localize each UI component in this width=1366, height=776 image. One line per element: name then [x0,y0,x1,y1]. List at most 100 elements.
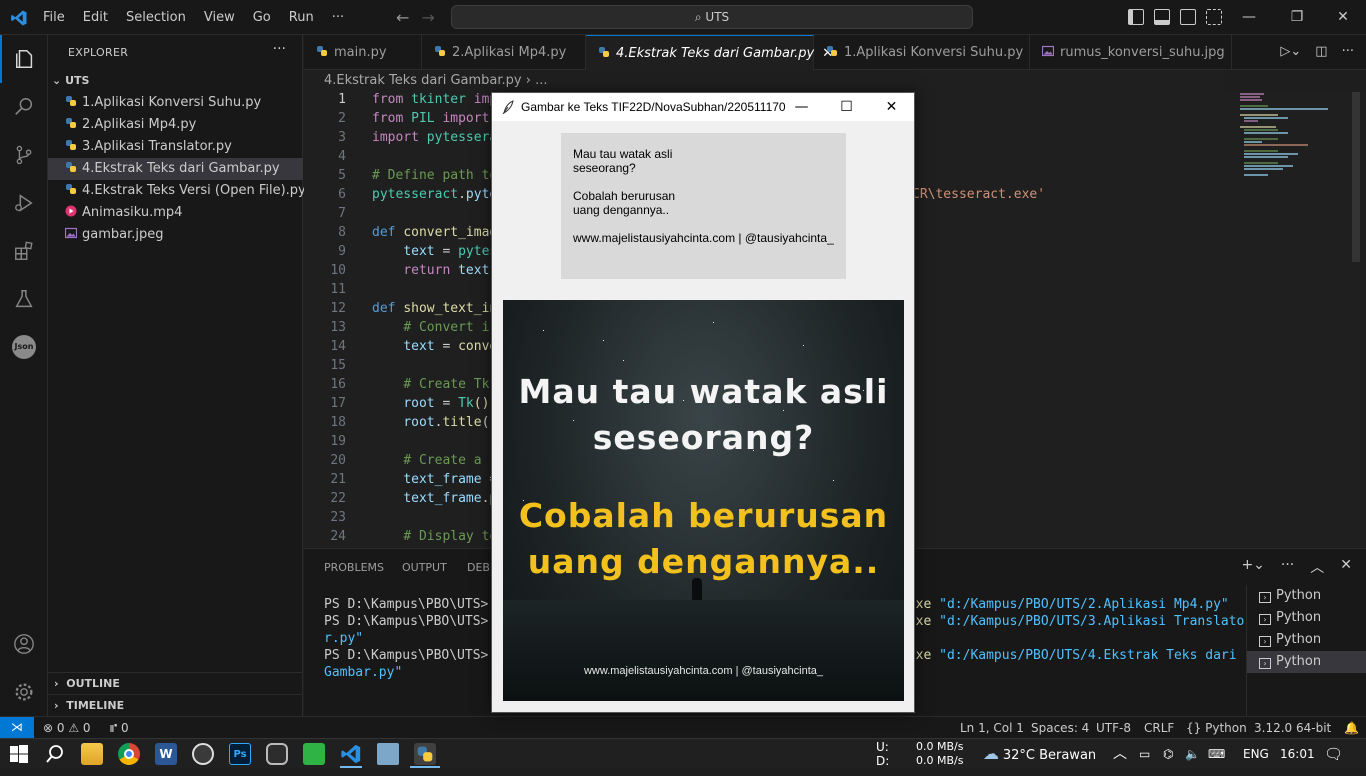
problems-status[interactable]: ⊗ 0 ⚠ 0 [43,717,91,739]
tab-aplikasi-mp4[interactable]: 2.Aplikasi Mp4.py [422,35,586,70]
more-actions-icon[interactable]: ··· [1342,44,1354,59]
python-app-icon[interactable] [414,743,436,765]
tray-chevron-icon[interactable]: ︿ [1113,739,1127,769]
file-item[interactable]: 2.Aplikasi Mp4.py [48,114,303,136]
menu-edit[interactable]: Edit [83,10,108,25]
file-explorer-icon[interactable] [81,743,103,765]
tab-output[interactable]: OUTPUT [402,561,447,574]
manage-activity[interactable] [0,668,48,716]
menu-file[interactable]: File [43,10,65,25]
json-activity[interactable]: Json [0,323,48,371]
tab-label: 1.Aplikasi Konversi Suhu.py [844,45,1024,60]
menu-selection[interactable]: Selection [126,10,186,25]
explorer-activity[interactable] [0,35,48,83]
restore-button[interactable]: ❐ [1274,0,1320,35]
menu-view[interactable]: View [204,10,235,25]
clock[interactable]: 16:01 [1280,739,1315,769]
more-actions-icon[interactable]: ··· [273,41,286,57]
menu-go[interactable]: Go [253,10,271,25]
file-name: gambar.jpeg [82,227,164,242]
breadcrumb[interactable]: 4.Ekstrak Teks dari Gambar.py › ... [304,70,1224,92]
file-item[interactable]: Animasiku.mp4 [48,202,303,224]
run-debug-icon [15,194,33,212]
minimap[interactable] [1238,92,1348,182]
remote-desktop-icon[interactable] [377,743,399,765]
file-name: 1.Aplikasi Konversi Suhu.py [82,95,262,110]
tab-rumus-jpg[interactable]: rumus_konversi_suhu.jpg [1030,35,1232,70]
volume-icon[interactable]: 🔈 [1185,739,1200,769]
weather-widget[interactable]: ☁ 32°C Berawan [983,739,1096,771]
search-activity[interactable] [0,83,48,131]
editor-scrollbar[interactable] [1352,92,1360,262]
language-mode[interactable]: {} Python [1186,717,1247,739]
terminal-instance[interactable]: › Python [1247,585,1366,607]
back-arrow-icon[interactable]: ← [396,8,421,27]
notifications-icon[interactable]: 🔔 [1344,717,1359,739]
file-item[interactable]: gambar.jpeg [48,224,303,246]
file-item[interactable]: 4.Ekstrak Teks Versi (Open File).py [48,180,306,202]
menu-run[interactable]: Run [289,10,314,25]
remote-indicator-icon[interactable]: ⋊ [0,717,34,739]
close-panel-icon[interactable]: ✕ [1340,557,1352,577]
terminal-instance[interactable]: › Python [1247,607,1366,629]
menu-more[interactable]: ··· [332,10,344,25]
minimize-button[interactable]: — [1226,0,1272,35]
keyboard-icon[interactable]: ⌨ [1208,739,1225,769]
toggle-sidebar-icon[interactable] [1128,9,1144,25]
new-terminal-icon[interactable]: +⌄ [1241,557,1264,577]
network-icon[interactable]: ⌬ [1163,739,1173,769]
file-item-selected[interactable]: 4.Ekstrak Teks dari Gambar.py [48,158,303,180]
notepad-icon[interactable] [303,743,325,765]
tab-ekstrak-teks[interactable]: 4.Ekstrak Teks dari Gambar.py ✕ [586,35,833,70]
input-language[interactable]: ENG [1243,739,1269,769]
timeline-section[interactable]: › TIMELINE [48,694,303,716]
source-control-activity[interactable] [0,131,48,179]
activity-bar: Json [0,35,48,716]
close-button[interactable]: ✕ [1320,0,1366,35]
maximize-panel-icon[interactable]: ︿ [1310,557,1324,577]
line-ending[interactable]: CRLF [1144,717,1174,739]
file-item[interactable]: 3.Aplikasi Translator.py [48,136,303,158]
encoding[interactable]: UTF-8 [1096,717,1131,739]
tk-close-button[interactable]: ✕ [869,93,914,121]
run-icon[interactable]: ▷⌄ [1280,44,1301,59]
folder-root[interactable]: ⌄ UTS [52,74,89,87]
command-center-search[interactable]: ⌕ UTS [451,5,973,29]
tk-title-bar[interactable]: Gambar ke Teks TIF22D/NovaSubhan/2205111… [492,93,914,121]
battery-icon[interactable]: ▭ [1139,739,1150,769]
chrome-icon[interactable] [118,743,140,765]
ocr-line [573,175,834,189]
split-editor-icon[interactable]: ◫ [1315,44,1327,59]
terminal-instance[interactable]: › Python [1247,629,1366,651]
outline-section[interactable]: › OUTLINE [48,672,303,694]
toggle-panel-icon[interactable] [1154,9,1170,25]
customize-layout-icon[interactable] [1206,9,1222,25]
search-icon[interactable] [44,743,66,765]
tk-minimize-button[interactable]: — [779,93,824,121]
whatsapp-icon[interactable] [192,743,214,765]
app-icon[interactable] [266,743,288,765]
accounts-activity[interactable] [0,620,48,668]
windows-start-icon[interactable] [8,743,30,765]
vscode-icon[interactable] [340,743,362,765]
tk-maximize-button[interactable]: ☐ [824,93,869,121]
forward-arrow-icon[interactable]: → [421,8,446,27]
terminal-icon: › [1259,658,1271,669]
ports-status[interactable]: ⑈ 0 [110,717,129,739]
more-actions-icon[interactable]: ··· [1281,557,1294,577]
toggle-secondary-sidebar-icon[interactable] [1180,9,1196,25]
word-icon[interactable]: W [155,743,177,765]
file-item[interactable]: 1.Aplikasi Konversi Suhu.py [48,92,303,114]
notification-center-icon[interactable]: 🗨 [1324,739,1343,769]
terminal-instance-active[interactable]: › Python [1247,651,1366,673]
python-interpreter[interactable]: 3.12.0 64-bit [1254,717,1331,739]
cursor-position[interactable]: Ln 1, Col 1 [960,717,1024,739]
tab-problems[interactable]: PROBLEMS [324,561,384,574]
photoshop-icon[interactable]: Ps [229,743,251,765]
tab-konversi-suhu[interactable]: 1.Aplikasi Konversi Suhu.py [814,35,1030,70]
run-debug-activity[interactable] [0,179,48,227]
tab-main-py[interactable]: main.py [304,35,422,70]
extensions-activity[interactable] [0,227,48,275]
testing-activity[interactable] [0,275,48,323]
indentation[interactable]: Spaces: 4 [1031,717,1089,739]
